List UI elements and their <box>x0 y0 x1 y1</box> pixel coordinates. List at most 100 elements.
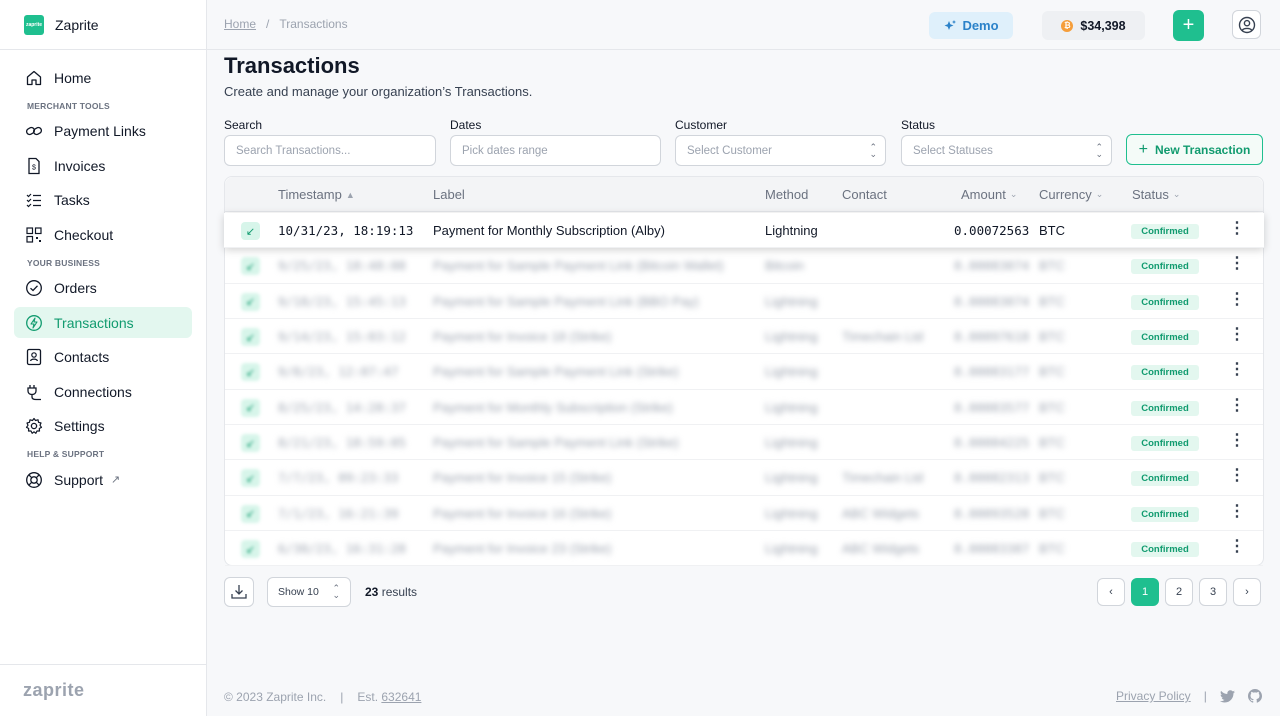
column-amount[interactable]: Amount ⌄ <box>961 187 1017 202</box>
more-options-icon[interactable]: ⋮ <box>1229 468 1245 484</box>
table-row[interactable]: ↙ 7/7/23, 09:23:33 Payment for Invoice 15 … <box>225 460 1263 496</box>
table-row[interactable]: ↙ 10/31/23, 18:19:13 Payment for Monthly S… <box>224 213 1264 249</box>
page-button-2[interactable]: 2 <box>1165 578 1193 606</box>
page-button-1[interactable]: 1 <box>1131 578 1159 606</box>
more-options-icon[interactable]: ⋮ <box>1229 539 1245 555</box>
column-status[interactable]: Status ⌄ <box>1132 187 1180 202</box>
table-row[interactable]: ↙ 9/25/23, 18:48:08 Payment for Sample Pay… <box>225 248 1263 284</box>
incoming-arrow-icon: ↙ <box>241 434 260 453</box>
status-badge: Confirmed <box>1131 224 1199 239</box>
sidebar-item-label: Invoices <box>54 157 106 174</box>
status-badge: Confirmed <box>1131 330 1199 346</box>
sidebar-item-transactions[interactable]: Transactions <box>14 307 192 338</box>
github-icon[interactable] <box>1247 689 1262 703</box>
sidebar-item-checkout[interactable]: Checkout <box>14 219 192 250</box>
search-label: Search <box>224 118 263 132</box>
demo-label: Demo <box>962 18 999 33</box>
more-options-icon[interactable]: ⋮ <box>1229 397 1245 414</box>
status-badge: Confirmed <box>1131 542 1199 558</box>
download-button[interactable] <box>224 577 254 607</box>
breadcrumb-home[interactable]: Home <box>224 17 256 31</box>
transactions-table: Timestamp ▲ Label Method Contact Amount ⌄ … <box>224 176 1264 567</box>
cell-timestamp: 9/18/23, 15:45:13 <box>278 293 406 309</box>
cell-currency: BTC <box>1039 541 1065 557</box>
more-options-icon[interactable]: ⋮ <box>1229 362 1245 378</box>
twitter-icon[interactable] <box>1219 689 1235 703</box>
cell-currency: BTC <box>1039 470 1065 486</box>
cell-timestamp: 6/30/23, 16:31:28 <box>278 541 406 557</box>
sidebar-item-home[interactable]: Home <box>14 62 192 93</box>
more-options-icon[interactable]: ⋮ <box>1229 291 1245 308</box>
next-page-button[interactable]: › <box>1233 578 1261 606</box>
table-row[interactable]: ↙ 7/1/23, 16:21:39 Payment for Invoice 16 … <box>225 496 1263 532</box>
table-row[interactable]: ↙ 8/25/23, 14:28:37 Payment for Monthly Su… <box>225 390 1263 426</box>
column-timestamp[interactable]: Timestamp ▲ <box>278 187 355 202</box>
status-select[interactable]: Select Statuses ⌃ ⌄ <box>901 135 1112 166</box>
table-row[interactable]: ↙ 9/14/23, 15:03:12 Payment for Invoice 18… <box>225 319 1263 355</box>
sidebar-item-invoices[interactable]: $ Invoices <box>14 150 192 181</box>
sidebar-item-settings[interactable]: Settings <box>14 411 192 442</box>
more-options-icon[interactable]: ⋮ <box>1229 433 1245 449</box>
footer-right: Privacy Policy | <box>1116 689 1262 703</box>
search-input[interactable]: Search Transactions... <box>224 135 436 166</box>
sidebar-item-label: Support <box>54 471 104 488</box>
sidebar-item-connections[interactable]: Connections <box>14 376 192 407</box>
add-button[interactable]: + <box>1173 10 1204 41</box>
table-row[interactable]: ↙ 9/8/23, 12:07:47 Payment for Sample Paym… <box>225 354 1263 390</box>
sidebar-item-label: Checkout <box>54 226 114 243</box>
table-row[interactable]: ↙ 9/18/23, 15:45:13 Payment for Sample Pay… <box>225 284 1263 319</box>
sidebar-item-support[interactable]: Support ↗ <box>14 464 192 495</box>
column-currency-label: Currency <box>1039 187 1092 202</box>
cell-label: Payment for Sample Payment Link (BBO Pay… <box>433 293 699 309</box>
sidebar-item-label: Home <box>54 69 92 86</box>
status-badge: Confirmed <box>1131 436 1199 452</box>
sidebar-item-payment-links[interactable]: Payment Links <box>14 116 192 147</box>
user-menu-button[interactable] <box>1232 10 1261 39</box>
new-transaction-label: New Transaction <box>1154 142 1251 157</box>
more-options-icon[interactable]: ⋮ <box>1229 503 1245 520</box>
privacy-policy-link[interactable]: Privacy Policy <box>1116 689 1191 703</box>
cell-amount: 0.00072563 <box>954 223 1030 238</box>
chevron-down-icon: ⌄ <box>1009 189 1018 199</box>
page-size-select[interactable]: Show 10 ⌃ ⌄ <box>267 577 351 607</box>
brand-name: Zaprite <box>55 16 99 33</box>
svg-text:$: $ <box>32 164 36 171</box>
customer-select[interactable]: Select Customer ⌃ ⌄ <box>675 135 886 166</box>
more-options-icon[interactable]: ⋮ <box>1229 327 1245 343</box>
sidebar-item-contacts[interactable]: Contacts <box>14 342 192 373</box>
table-row[interactable]: ↙ 6/30/23, 16:31:28 Payment for Invoice 23… <box>225 531 1263 567</box>
more-options-icon[interactable]: ⋮ <box>1229 256 1245 272</box>
more-options-icon[interactable]: ⋮ <box>1229 221 1245 237</box>
column-label-label: Label <box>433 187 465 202</box>
sidebar-item-orders[interactable]: Orders <box>14 273 192 304</box>
balance-button[interactable]: ₿ $34,398 <box>1042 11 1145 40</box>
download-icon <box>231 585 247 599</box>
incoming-arrow-icon: ↙ <box>241 257 260 276</box>
demo-button[interactable]: Demo <box>929 12 1013 39</box>
column-currency[interactable]: Currency ⌄ <box>1039 187 1103 202</box>
table-row[interactable]: ↙ 8/21/23, 18:59:05 Payment for Sample Pay… <box>225 425 1263 461</box>
column-contact-label: Contact <box>842 187 887 202</box>
customer-placeholder: Select Customer <box>687 144 773 157</box>
sidebar-item-tasks[interactable]: Tasks <box>14 185 192 216</box>
block-height-link[interactable]: 632641 <box>381 690 421 704</box>
check-circle-icon <box>25 279 43 297</box>
status-badge: Confirmed <box>1131 259 1199 275</box>
cell-timestamp: 10/31/23, 18:19:13 <box>278 223 414 238</box>
column-method-label: Method <box>765 187 809 202</box>
cell-currency: BTC <box>1039 223 1065 238</box>
brand[interactable]: zaprite Zaprite <box>0 0 206 50</box>
incoming-arrow-icon: ↙ <box>241 398 260 417</box>
incoming-arrow-icon: ↙ <box>241 222 260 240</box>
cell-currency: BTC <box>1039 505 1065 521</box>
new-transaction-button[interactable]: + New Transaction <box>1126 134 1263 165</box>
invoice-icon: $ <box>25 157 43 175</box>
incoming-arrow-icon: ↙ <box>241 469 260 488</box>
cell-contact: ABC Widgets <box>842 541 920 557</box>
cell-currency: BTC <box>1039 364 1065 380</box>
cell-currency: BTC <box>1039 293 1065 309</box>
prev-page-button[interactable]: ‹ <box>1097 578 1125 606</box>
page-button-3[interactable]: 3 <box>1199 578 1227 606</box>
dates-input[interactable]: Pick dates range <box>450 135 661 166</box>
cell-label: Payment for Invoice 18 (Strike) <box>433 329 612 345</box>
